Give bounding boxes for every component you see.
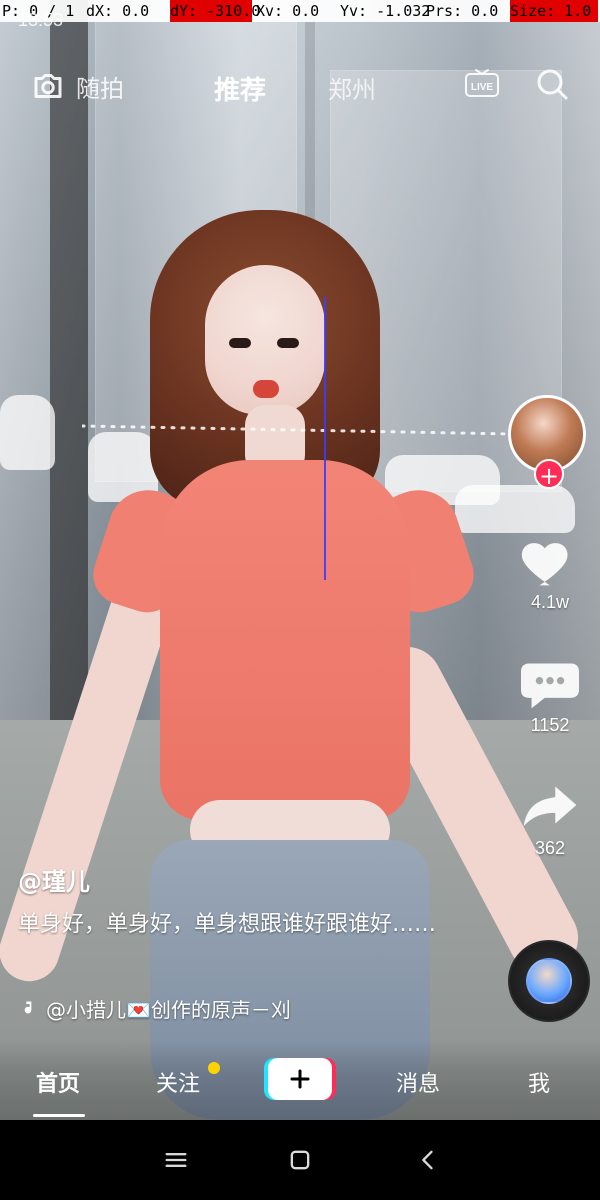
plus-icon bbox=[290, 1069, 310, 1089]
top-tab-recommended[interactable]: 推荐 bbox=[214, 70, 266, 107]
like-action[interactable]: 4.1w bbox=[500, 530, 600, 613]
camera-icon bbox=[34, 74, 62, 98]
system-nav-bar bbox=[0, 1120, 600, 1200]
debug-dx: dX: 0.0 bbox=[86, 2, 150, 20]
home-icon[interactable] bbox=[286, 1146, 314, 1174]
tab-home-underline bbox=[33, 1114, 85, 1117]
search-icon[interactable] bbox=[532, 64, 572, 104]
face bbox=[205, 265, 325, 415]
share-action[interactable]: 362 bbox=[500, 776, 600, 859]
music-note-icon bbox=[24, 1001, 32, 1013]
like-count: 4.1w bbox=[530, 592, 570, 612]
status-time: 13:53 bbox=[18, 10, 64, 30]
parked-car-1 bbox=[0, 395, 55, 470]
tab-me[interactable]: 我 bbox=[528, 1066, 550, 1098]
tab-follow[interactable]: 关注 bbox=[156, 1066, 200, 1098]
live-icon[interactable]: LIVE bbox=[462, 64, 502, 104]
music-disc-cover bbox=[526, 958, 572, 1004]
top-tab-local[interactable]: 郑州 bbox=[328, 70, 376, 105]
share-icon bbox=[523, 786, 577, 827]
touch-indicator-line bbox=[324, 297, 326, 580]
video-caption: @瑾儿 单身好，单身好，单身想跟谁好跟谁好…… bbox=[18, 862, 438, 941]
screen: P: 0 / 1 dX: 0.0 dY: -310.0 Xv: 0.0 Yv: … bbox=[0, 0, 600, 1200]
music-disc[interactable] bbox=[508, 940, 590, 1022]
debug-yv: Yv: -1.032 bbox=[340, 2, 431, 20]
debug-pressure: Prs: 0.0 bbox=[426, 2, 499, 20]
follow-notification-dot bbox=[208, 1062, 220, 1074]
camera-shortcut[interactable]: 随拍 bbox=[30, 68, 124, 104]
music-text: @小措儿💌创作的原声－刈 bbox=[46, 998, 291, 1022]
left-eye bbox=[229, 338, 251, 348]
svg-text:LIVE: LIVE bbox=[471, 82, 494, 93]
author-name[interactable]: @瑾儿 bbox=[18, 862, 438, 897]
right-eye bbox=[277, 338, 299, 348]
comment-action[interactable]: 1152 bbox=[500, 653, 600, 736]
menu-icon[interactable] bbox=[162, 1146, 190, 1174]
comment-icon bbox=[521, 663, 579, 709]
tab-home[interactable]: 首页 bbox=[36, 1066, 80, 1098]
mouth bbox=[253, 380, 279, 398]
share-count: 362 bbox=[534, 838, 566, 858]
debug-dy: dY: -310.0 bbox=[170, 0, 261, 22]
top-nav: 随拍 推荐 郑州 LIVE bbox=[0, 54, 600, 124]
back-icon[interactable] bbox=[414, 1146, 442, 1174]
comment-count: 1152 bbox=[530, 715, 570, 735]
music-info[interactable]: @小措儿💌创作的原声－刈 bbox=[18, 994, 291, 1023]
create-button[interactable] bbox=[268, 1058, 332, 1100]
debug-size: Size: 1.0 bbox=[510, 0, 598, 22]
shirt bbox=[160, 460, 410, 820]
caption-text: 单身好，单身好，单身想跟谁好跟谁好…… bbox=[18, 912, 437, 937]
debug-overlay: P: 0 / 1 dX: 0.0 dY: -310.0 Xv: 0.0 Yv: … bbox=[0, 0, 600, 22]
heart-icon bbox=[521, 543, 568, 586]
top-nav-left-label: 随拍 bbox=[76, 74, 124, 103]
follow-plus-button[interactable]: + bbox=[534, 459, 564, 490]
debug-xv: Xv: 0.0 bbox=[256, 2, 320, 20]
bottom-tab-bar: 首页 关注 消息 我 bbox=[0, 1040, 600, 1120]
tab-messages[interactable]: 消息 bbox=[396, 1066, 440, 1098]
